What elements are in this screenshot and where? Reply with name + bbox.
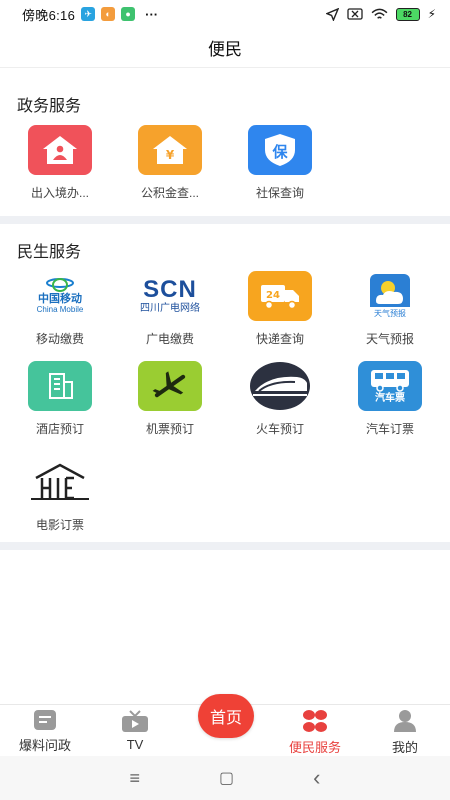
- service-cable-payment[interactable]: SCN 四川广电网络 广电缴费: [125, 271, 215, 347]
- service-mobile-payment[interactable]: 中国移动 China Mobile 移动缴费: [15, 271, 105, 347]
- house-yen-icon: ¥: [138, 125, 202, 175]
- status-bar: 傍晚6:16 ✈ ◐ ● ··· 82 ⚡: [0, 0, 450, 28]
- svg-text:24: 24: [266, 290, 280, 301]
- service-express-query[interactable]: 24 快递查询: [235, 271, 325, 347]
- status-time: 傍晚6:16: [22, 7, 76, 23]
- service-label: 酒店预订: [35, 422, 84, 436]
- service-weather[interactable]: 天气预报 天气预报: [345, 271, 435, 347]
- delivery-truck-icon: 24: [248, 271, 312, 321]
- bus-ticket-icon: 汽车票: [358, 361, 422, 411]
- no-sim-icon: [346, 8, 363, 20]
- service-train-booking[interactable]: 火车预订: [235, 361, 325, 437]
- back-icon[interactable]: ‹: [313, 765, 320, 791]
- charging-icon: ⚡: [427, 7, 436, 21]
- scn-logo-icon: SCN 四川广电网络: [138, 271, 202, 321]
- service-label: 公积金查...: [140, 186, 199, 200]
- service-exit-entry[interactable]: 出入境办...: [15, 125, 105, 201]
- report-doc-icon: [34, 710, 56, 730]
- service-label: 火车预订: [255, 422, 304, 436]
- service-label: 出入境办...: [30, 186, 89, 200]
- service-label: 快递查询: [255, 332, 304, 346]
- home-nav-icon[interactable]: ▢: [219, 768, 234, 788]
- service-label: 机票预订: [145, 422, 194, 436]
- menu-icon[interactable]: ≡: [130, 768, 141, 789]
- services-grid-icon: [303, 710, 327, 732]
- tab-services[interactable]: 便民服务: [270, 709, 360, 756]
- svg-text:¥: ¥: [166, 148, 175, 162]
- service-hotel-booking[interactable]: 酒店预订: [15, 361, 105, 437]
- svg-text:保: 保: [271, 143, 288, 161]
- airplane-icon: [138, 361, 202, 411]
- tab-report[interactable]: 爆料问政: [0, 709, 90, 754]
- service-bus-ticket[interactable]: 汽车票 汽车订票: [345, 361, 435, 437]
- location-icon: [325, 7, 339, 21]
- house-person-icon: [28, 125, 92, 175]
- gov-services-section: 政务服务 出入境办... ¥ 公积金查... 保 社保查询: [0, 70, 450, 216]
- page-header: 便民: [0, 28, 450, 68]
- service-label: 社保查询: [255, 186, 304, 200]
- tab-profile[interactable]: 我的: [360, 709, 450, 756]
- svg-text:天气预报: 天气预报: [374, 308, 406, 318]
- gov-section-title: 政务服务: [17, 98, 82, 115]
- train-icon: [248, 361, 312, 411]
- hotel-building-icon: [28, 361, 92, 411]
- wifi-icon: [371, 8, 387, 19]
- app-notification-icon: ◐: [101, 7, 116, 21]
- service-movie-ticket[interactable]: 电影订票: [15, 457, 105, 533]
- cinema-house-icon: [28, 457, 92, 507]
- service-label: 汽车订票: [365, 422, 414, 436]
- section-divider: [0, 216, 450, 224]
- service-housing-fund[interactable]: ¥ 公积金查...: [125, 125, 215, 201]
- tv-icon: [122, 710, 148, 732]
- life-section-title: 民生服务: [17, 244, 82, 261]
- section-divider: [0, 542, 450, 550]
- service-social-security[interactable]: 保 社保查询: [235, 125, 325, 201]
- battery-icon: 82: [395, 7, 420, 21]
- service-label: 电影订票: [35, 518, 84, 532]
- home-button[interactable]: 首页: [198, 694, 254, 738]
- service-label: 广电缴费: [145, 332, 194, 346]
- life-services-section: 民生服务 中国移动 China Mobile 移动缴费 SCN 四川广电网络 广…: [0, 224, 450, 542]
- service-flight-booking[interactable]: 机票预订: [125, 361, 215, 437]
- wechat-notification-icon: ●: [121, 7, 136, 21]
- service-label: 天气预报: [365, 332, 414, 346]
- weather-sun-cloud-icon: 天气预报: [358, 271, 422, 321]
- shield-bao-icon: 保: [248, 125, 312, 175]
- tab-tv[interactable]: TV: [90, 709, 180, 752]
- system-nav-bar: ≡ ▢ ‹: [0, 756, 450, 800]
- page-title: 便民: [208, 40, 242, 59]
- service-label: 移动缴费: [35, 332, 84, 346]
- telegram-notification-icon: ✈: [81, 7, 96, 21]
- china-mobile-logo-icon: 中国移动 China Mobile: [28, 271, 92, 321]
- user-icon: [394, 710, 416, 732]
- more-notifications-icon: ···: [145, 6, 159, 22]
